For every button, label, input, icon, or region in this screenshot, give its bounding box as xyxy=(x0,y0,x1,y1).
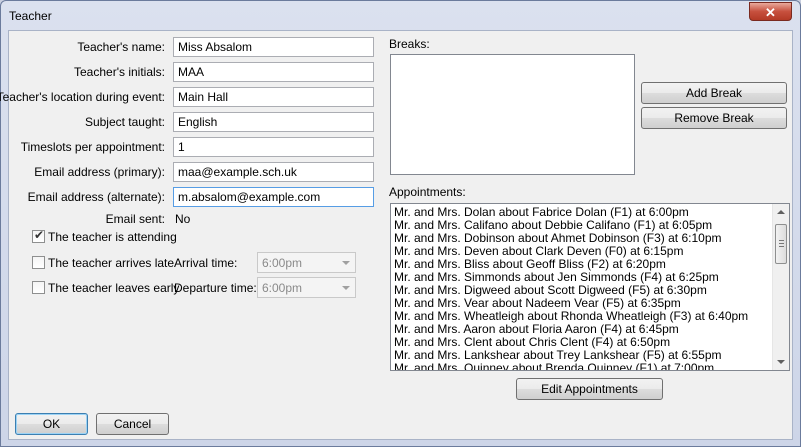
email-primary-label: Email address (primary): xyxy=(34,165,165,179)
attending-label[interactable]: The teacher is attending xyxy=(48,230,177,244)
close-button[interactable]: ✕ xyxy=(749,2,792,21)
remove-break-button[interactable]: Remove Break xyxy=(641,107,787,129)
arrival-time-value: 6:00pm xyxy=(262,256,303,270)
subject-input[interactable]: English xyxy=(173,112,374,132)
grip-line xyxy=(779,246,784,247)
ok-button[interactable]: OK xyxy=(15,413,88,435)
dialog-body: Teacher's name: Miss Absalom Teacher's i… xyxy=(0,30,793,440)
teacher-initials-input[interactable]: MAA xyxy=(173,62,374,82)
appointments-label: Appointments: xyxy=(389,185,466,199)
window-title: Teacher xyxy=(9,9,52,23)
teacher-location-input[interactable]: Main Hall xyxy=(173,87,374,107)
grip-line xyxy=(779,240,784,241)
teacher-name-input[interactable]: Miss Absalom xyxy=(173,37,374,57)
add-break-button[interactable]: Add Break xyxy=(641,82,787,104)
arrives-late-checkbox[interactable] xyxy=(32,256,45,269)
chevron-down-icon xyxy=(342,286,350,290)
appointments-items: Mr. and Mrs. Dolan about Fabrice Dolan (… xyxy=(391,204,789,371)
appointments-list[interactable]: Mr. and Mrs. Dolan about Fabrice Dolan (… xyxy=(390,203,790,371)
teacher-initials-label: Teacher's initials: xyxy=(74,65,165,79)
arrival-time-label: Arrival time: xyxy=(174,256,238,270)
chevron-down-icon xyxy=(342,261,350,265)
leaves-early-label[interactable]: The teacher leaves early xyxy=(48,281,179,295)
checkmark-icon: ✔ xyxy=(34,228,45,242)
departure-time-select: 6:00pm xyxy=(257,277,356,298)
subject-label: Subject taught: xyxy=(84,115,165,129)
email-alternate-label: Email address (alternate): xyxy=(27,190,165,204)
email-alternate-input[interactable]: m.absalom@example.com xyxy=(173,187,374,207)
timeslots-input[interactable]: 1 xyxy=(173,137,374,157)
teacher-dialog: Teacher ✕ Teacher's name: Miss Absalom T… xyxy=(0,0,801,447)
breaks-label: Breaks: xyxy=(389,37,430,51)
teacher-location-label: Teacher's location during event: xyxy=(0,90,165,104)
timeslots-label: Timeslots per appointment: xyxy=(20,140,165,154)
appointments-scrollbar[interactable] xyxy=(772,204,789,370)
teacher-name-label: Teacher's name: xyxy=(77,40,165,54)
email-primary-input[interactable]: maa@example.sch.uk xyxy=(173,162,374,182)
list-item[interactable]: Mr. and Mrs. Quinney about Brenda Quinne… xyxy=(391,362,789,371)
grip-line xyxy=(779,243,784,244)
leaves-early-checkbox[interactable] xyxy=(32,281,45,294)
scroll-up-icon[interactable] xyxy=(777,210,785,214)
arrives-late-label[interactable]: The teacher arrives late xyxy=(48,256,174,270)
scroll-down-icon[interactable] xyxy=(777,360,785,364)
cancel-button[interactable]: Cancel xyxy=(96,413,169,435)
departure-time-value: 6:00pm xyxy=(262,281,303,295)
email-sent-label: Email sent: xyxy=(105,212,165,226)
edit-appointments-button[interactable]: Edit Appointments xyxy=(516,378,663,400)
title-bar[interactable]: Teacher ✕ xyxy=(1,1,800,30)
arrival-time-select: 6:00pm xyxy=(257,252,356,273)
breaks-list[interactable] xyxy=(390,54,635,175)
scroll-thumb[interactable] xyxy=(775,224,787,264)
email-sent-value: No xyxy=(175,212,191,226)
attending-checkbox[interactable]: ✔ xyxy=(32,228,45,243)
departure-time-label: Departure time: xyxy=(174,281,257,295)
